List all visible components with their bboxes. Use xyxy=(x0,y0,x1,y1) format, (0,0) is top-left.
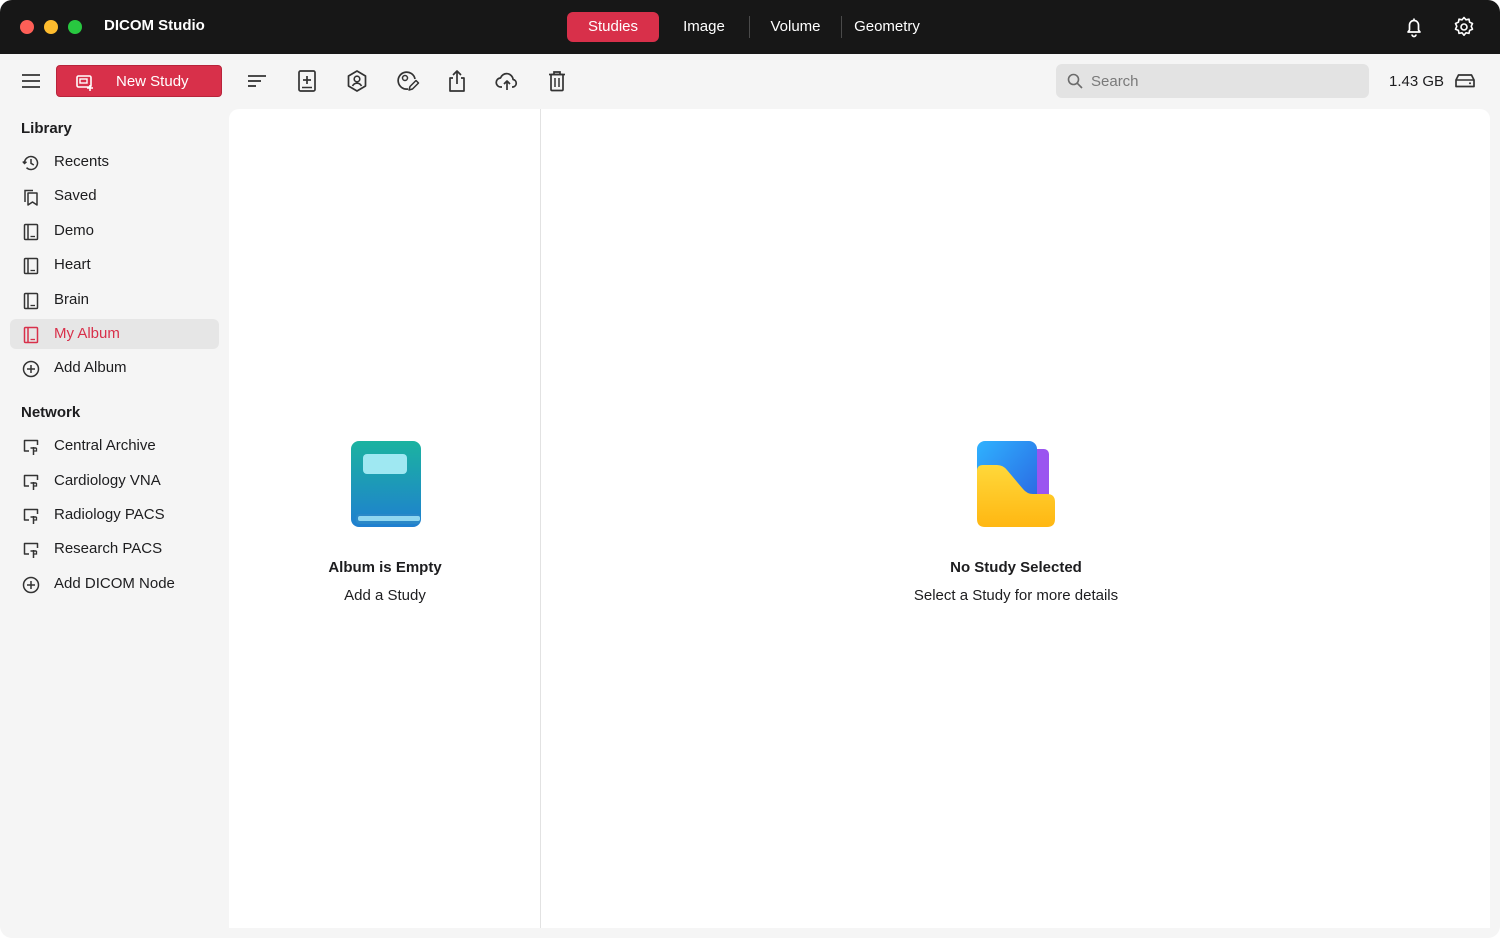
sidebar-item-radiology-pacs[interactable]: Radiology PACS xyxy=(10,500,219,530)
sidebar-item-research-pacs[interactable]: Research PACS xyxy=(10,534,219,564)
clock-icon xyxy=(22,155,39,171)
tab-geometry[interactable]: Geometry xyxy=(842,12,932,42)
sidebar-item-cardiology-vna[interactable]: Cardiology VNA xyxy=(10,466,219,496)
sidebar: Library Recents Saved Demo Heart Brain M… xyxy=(0,109,229,938)
sidebar-item-label: Add DICOM Node xyxy=(54,575,175,592)
album-icon xyxy=(23,292,39,310)
sidebar-item-label: Recents xyxy=(54,153,110,170)
tab-studies[interactable]: Studies xyxy=(567,12,659,42)
search-input[interactable] xyxy=(1091,64,1361,98)
sidebar-item-label: Research PACS xyxy=(54,540,163,557)
app-title: DICOM Studio xyxy=(104,17,205,34)
server-icon xyxy=(23,508,39,524)
server-icon xyxy=(23,474,39,490)
sidebar-item-brain[interactable]: Brain xyxy=(10,285,219,315)
edit-icon[interactable] xyxy=(394,68,420,94)
window-close-button[interactable] xyxy=(20,20,34,34)
no-study-folder-icon xyxy=(977,441,1055,527)
sidebar-item-label: My Album xyxy=(54,325,120,342)
detail-empty-title: No Study Selected xyxy=(950,559,1082,576)
sidebar-item-label: Central Archive xyxy=(54,437,156,454)
new-study-icon xyxy=(76,75,93,91)
sidebar-item-label: Heart xyxy=(54,256,91,273)
plus-circle-icon xyxy=(22,360,40,378)
mode-tabs: Studies Image Volume Geometry xyxy=(567,12,932,42)
sidebar-item-label: Radiology PACS xyxy=(54,506,165,523)
gear-icon[interactable] xyxy=(1452,15,1476,39)
detail-empty-subtitle: Select a Study for more details xyxy=(913,587,1119,604)
cloud-upload-icon[interactable] xyxy=(494,68,520,94)
tab-image[interactable]: Image xyxy=(659,12,749,42)
sidebar-item-central-archive[interactable]: Central Archive xyxy=(10,431,219,461)
study-detail-panel: No Study Selected Select a Study for mor… xyxy=(541,109,1490,928)
window-maximize-button[interactable] xyxy=(68,20,82,34)
bookmark-icon xyxy=(24,189,38,206)
title-bar: DICOM Studio Studies Image Volume Geomet… xyxy=(0,0,1500,54)
new-study-button[interactable]: New Study xyxy=(56,65,222,97)
sidebar-item-add-dicom-node[interactable]: Add DICOM Node xyxy=(10,569,219,599)
window-minimize-button[interactable] xyxy=(44,20,58,34)
sidebar-item-label: Add Album xyxy=(54,359,127,376)
sidebar-item-add-album[interactable]: Add Album xyxy=(10,353,219,383)
album-empty-subtitle: Add a Study xyxy=(344,587,426,604)
empty-album-book-icon xyxy=(351,441,421,527)
sidebar-item-heart[interactable]: Heart xyxy=(10,250,219,280)
add-document-icon[interactable] xyxy=(294,68,320,94)
search-field[interactable] xyxy=(1056,64,1369,98)
share-icon[interactable] xyxy=(444,68,470,94)
album-icon xyxy=(23,223,39,241)
sidebar-item-my-album[interactable]: My Album xyxy=(10,319,219,349)
storage-usage: 1.43 GB xyxy=(1389,73,1445,90)
album-icon xyxy=(23,326,39,344)
detail-empty-state: No Study Selected Select a Study for mor… xyxy=(866,559,1166,604)
sidebar-item-demo[interactable]: Demo xyxy=(10,216,219,246)
new-study-label: New Study xyxy=(116,73,189,90)
plus-circle-icon xyxy=(22,576,40,594)
tab-volume[interactable]: Volume xyxy=(750,12,841,42)
trash-icon[interactable] xyxy=(544,68,570,94)
anonymize-icon[interactable] xyxy=(344,68,370,94)
sidebar-item-saved[interactable]: Saved xyxy=(10,181,219,211)
network-section-title: Network xyxy=(21,404,81,421)
study-list-panel: Album is Empty Add a Study xyxy=(229,109,541,928)
storage-drive-icon[interactable] xyxy=(1452,68,1478,94)
sidebar-item-label: Saved xyxy=(54,187,97,204)
album-empty-title: Album is Empty xyxy=(328,559,442,576)
app-window: DICOM Studio Studies Image Volume Geomet… xyxy=(0,0,1500,938)
bell-icon[interactable] xyxy=(1402,15,1426,39)
server-icon xyxy=(23,542,39,558)
sidebar-item-label: Cardiology VNA xyxy=(54,472,161,489)
sidebar-item-label: Demo xyxy=(54,222,95,239)
toolbar: New Study Search 1.43 GB xyxy=(0,54,1500,109)
sidebar-item-label: Brain xyxy=(54,291,90,308)
sort-icon[interactable] xyxy=(244,68,270,94)
sidebar-item-recents[interactable]: Recents xyxy=(10,147,219,177)
library-section-title: Library xyxy=(21,120,72,137)
server-icon xyxy=(23,439,39,455)
album-icon xyxy=(23,257,39,275)
menu-icon[interactable] xyxy=(18,68,44,94)
search-icon xyxy=(1067,73,1083,89)
album-empty-state: Album is Empty Add a Study xyxy=(285,559,485,604)
